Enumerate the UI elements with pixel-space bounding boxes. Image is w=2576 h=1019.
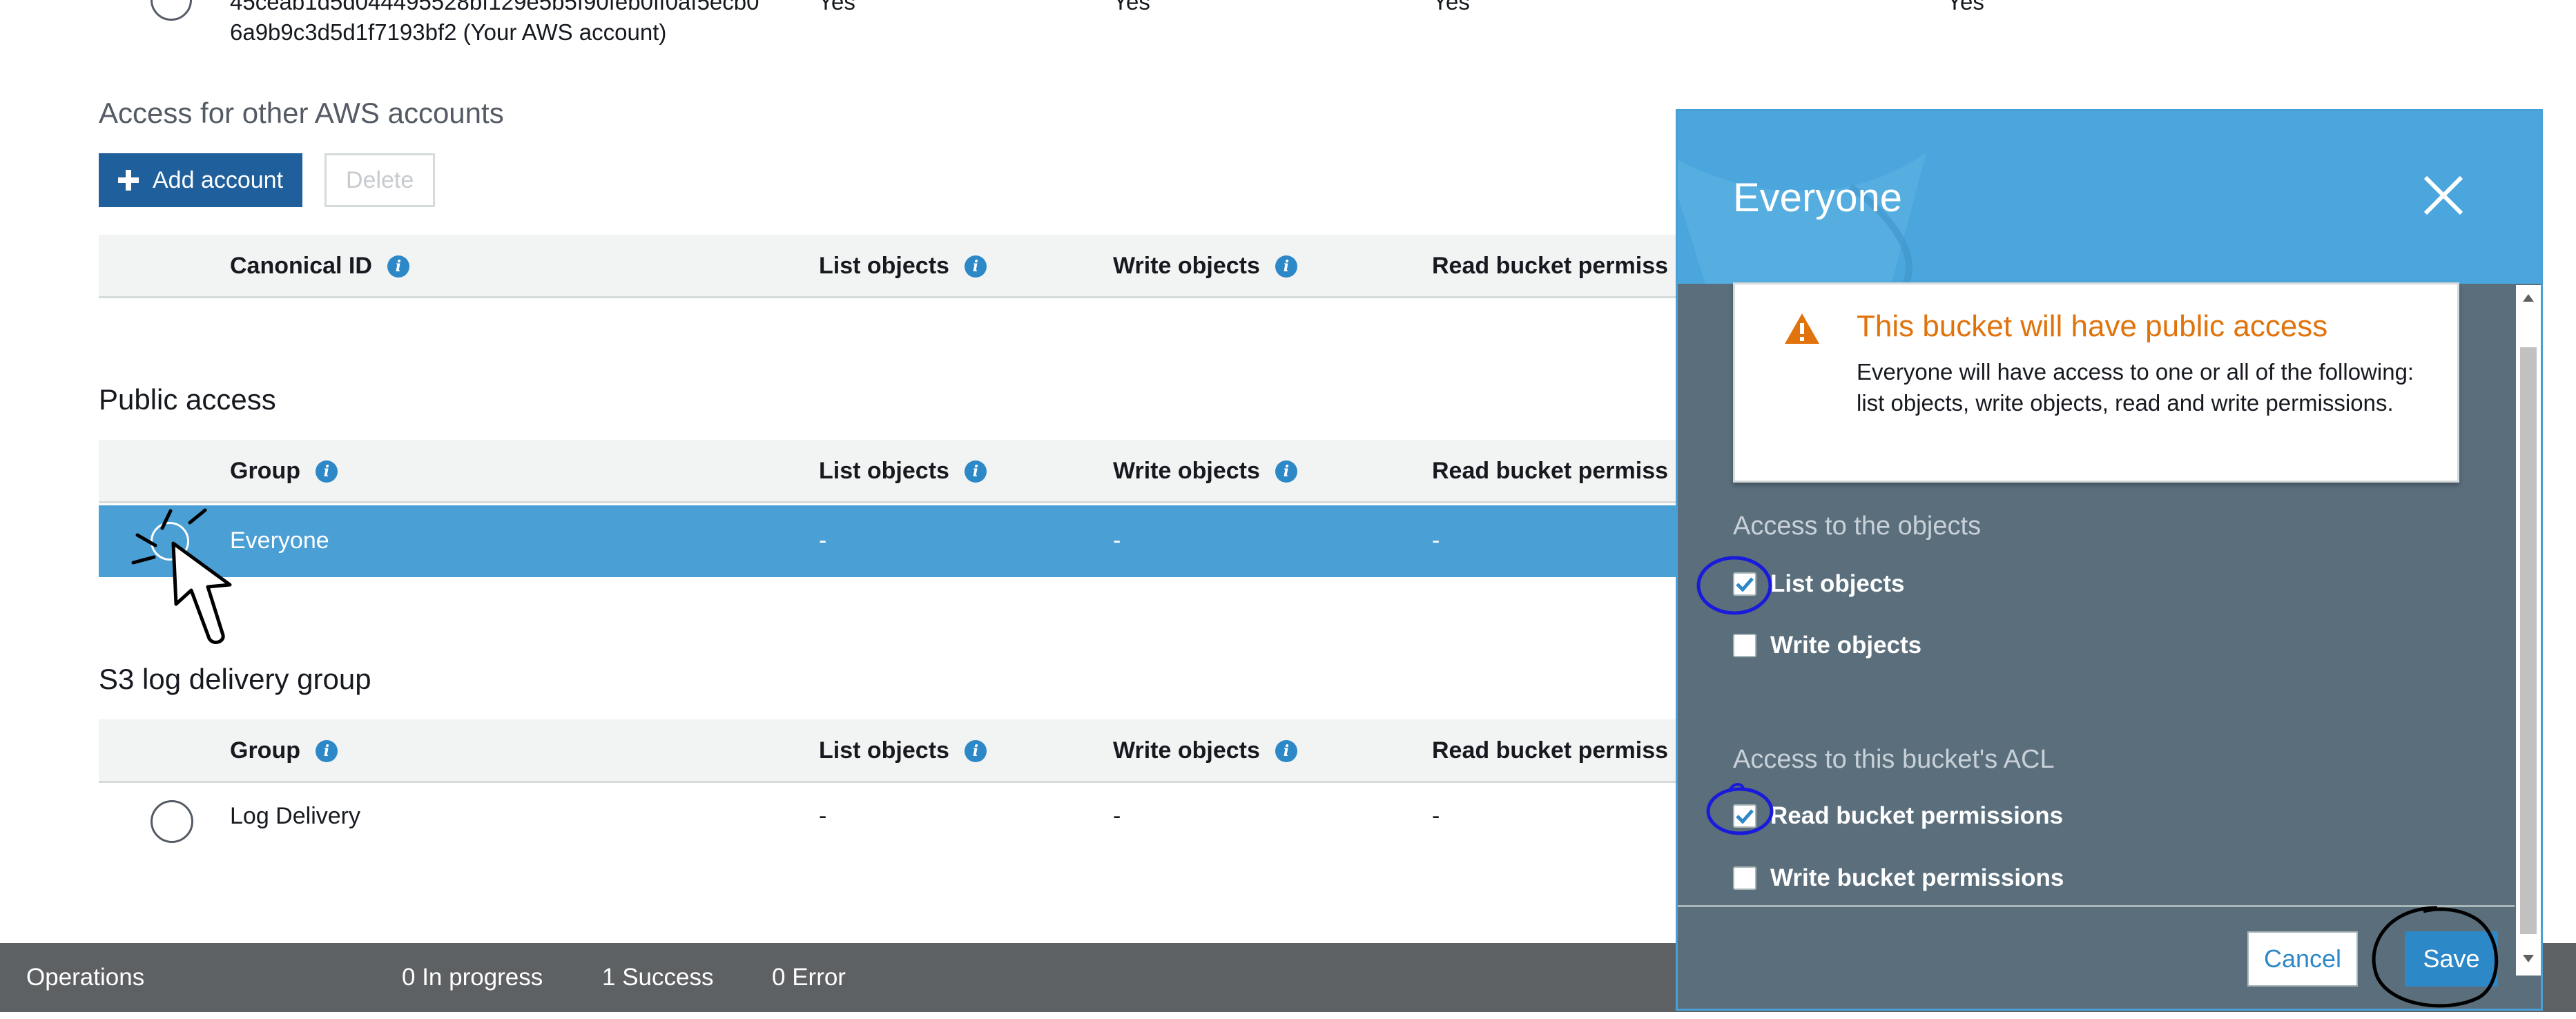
table-row-everyone[interactable]: Everyone - - - xyxy=(99,505,1680,577)
th-write-objects: Write objects i xyxy=(1113,458,1297,485)
th-list-objects: List objects i xyxy=(819,253,987,280)
log-delivery-read: - xyxy=(1432,803,1440,829)
read-bucket-option[interactable]: Read bucket permissions xyxy=(1733,802,2063,830)
error-count[interactable]: 0 Error xyxy=(772,964,846,991)
log-delivery-name: Log Delivery xyxy=(230,803,360,829)
log-delivery-list: - xyxy=(819,803,827,829)
annotation-circle-list-objects xyxy=(1696,556,1772,615)
objects-heading: Access to the objects xyxy=(1733,512,1982,541)
permissions-modal: Everyone This bucket will have public ac… xyxy=(1676,109,2543,1011)
cancel-button[interactable]: Cancel xyxy=(2247,931,2358,987)
own-account-radio[interactable] xyxy=(151,0,192,21)
info-icon[interactable]: i xyxy=(1275,739,1297,762)
info-icon[interactable]: i xyxy=(1275,460,1297,483)
list-objects-label: List objects xyxy=(1770,570,1905,597)
acl-heading: Access to this bucket's ACL xyxy=(1733,745,2055,774)
modal-header: Everyone xyxy=(1678,111,2541,284)
other-accounts-title: Access for other AWS accounts xyxy=(99,97,504,129)
add-account-label: Add account xyxy=(153,166,284,193)
own-account-id-line1: 45ceab1d5d044495528bf129e5b5f90feb0ff0af… xyxy=(230,0,759,14)
info-icon[interactable]: i xyxy=(315,739,338,762)
log-delivery-table-header: Group i List objects i Write objects i Read… xyxy=(99,719,1680,783)
warning-body: Everyone will have access to one or all … xyxy=(1857,359,2414,416)
scroll-up-icon[interactable] xyxy=(2521,292,2535,303)
operations-label[interactable]: Operations xyxy=(26,964,144,991)
info-icon[interactable]: i xyxy=(387,255,409,278)
info-icon[interactable]: i xyxy=(964,460,987,483)
warning-title: This bucket will have public access xyxy=(1857,309,2328,343)
info-icon[interactable]: i xyxy=(964,739,987,762)
th-read-bucket: Read bucket permiss xyxy=(1432,458,1669,484)
log-delivery-write: - xyxy=(1113,803,1121,829)
own-list-value: Yes xyxy=(818,0,855,14)
th-read-bucket: Read bucket permiss xyxy=(1432,253,1669,279)
everyone-read: - xyxy=(1432,527,1440,554)
modal-title: Everyone xyxy=(1733,175,1903,220)
annotation-circle-read-bucket xyxy=(1706,783,1774,835)
add-account-button[interactable]: Add account xyxy=(99,153,303,207)
info-icon[interactable]: i xyxy=(964,255,987,278)
th-write-objects: Write objects i xyxy=(1113,253,1297,280)
plus-icon xyxy=(118,170,139,191)
own-write-acl-value: Yes xyxy=(1947,0,1984,14)
delete-button[interactable]: Delete xyxy=(325,153,436,207)
public-access-table-header: Group i List objects i Write objects i Read… xyxy=(99,440,1680,503)
in-progress-count[interactable]: 0 In progress xyxy=(402,964,543,991)
write-objects-option[interactable]: Write objects xyxy=(1733,632,1921,659)
other-accounts-table-header: Canonical ID i List objects i Write object… xyxy=(99,235,1680,298)
info-icon[interactable]: i xyxy=(1275,255,1297,278)
scroll-down-icon[interactable] xyxy=(2521,953,2535,964)
write-bucket-label: Write bucket permissions xyxy=(1770,864,2064,891)
read-bucket-label: Read bucket permissions xyxy=(1770,802,2064,829)
everyone-list: - xyxy=(819,527,827,554)
annotation-circle-save xyxy=(2372,906,2499,1008)
th-read-bucket: Read bucket permiss xyxy=(1432,737,1669,764)
log-delivery-title: S3 log delivery group xyxy=(99,663,371,695)
th-list-objects: List objects i xyxy=(819,737,987,764)
success-count[interactable]: 1 Success xyxy=(602,964,713,991)
table-row-log-delivery[interactable]: Log Delivery - - - xyxy=(99,785,1680,854)
public-access-title: Public access xyxy=(99,383,276,416)
log-delivery-radio[interactable] xyxy=(151,800,193,843)
warning-icon xyxy=(1785,313,1819,344)
close-icon[interactable] xyxy=(2421,173,2466,217)
th-write-objects: Write objects i xyxy=(1113,737,1297,764)
own-read-value: Yes xyxy=(1433,0,1470,14)
th-list-objects: List objects i xyxy=(819,458,987,485)
write-bucket-option[interactable]: Write bucket permissions xyxy=(1733,864,2064,892)
cursor-icon xyxy=(131,508,232,644)
info-icon[interactable]: i xyxy=(315,460,338,483)
cancel-label: Cancel xyxy=(2263,944,2342,973)
modal-scrollbar[interactable] xyxy=(2516,285,2541,976)
th-group: Group i xyxy=(230,737,338,764)
write-bucket-checkbox[interactable] xyxy=(1733,866,1756,890)
write-objects-label: Write objects xyxy=(1770,632,1922,659)
own-account-id-line2: 6a9b9c3d5d1f7193bf2 (Your AWS account) xyxy=(230,19,667,45)
th-canonical-id: Canonical ID i xyxy=(230,253,409,280)
scroll-thumb[interactable] xyxy=(2520,347,2537,934)
public-access-warning: This bucket will have public access Ever… xyxy=(1733,282,2459,483)
write-objects-checkbox[interactable] xyxy=(1733,634,1756,657)
everyone-write: - xyxy=(1113,527,1121,554)
own-write-value: Yes xyxy=(1113,0,1150,14)
th-group: Group i xyxy=(230,458,338,485)
delete-label: Delete xyxy=(346,166,414,193)
